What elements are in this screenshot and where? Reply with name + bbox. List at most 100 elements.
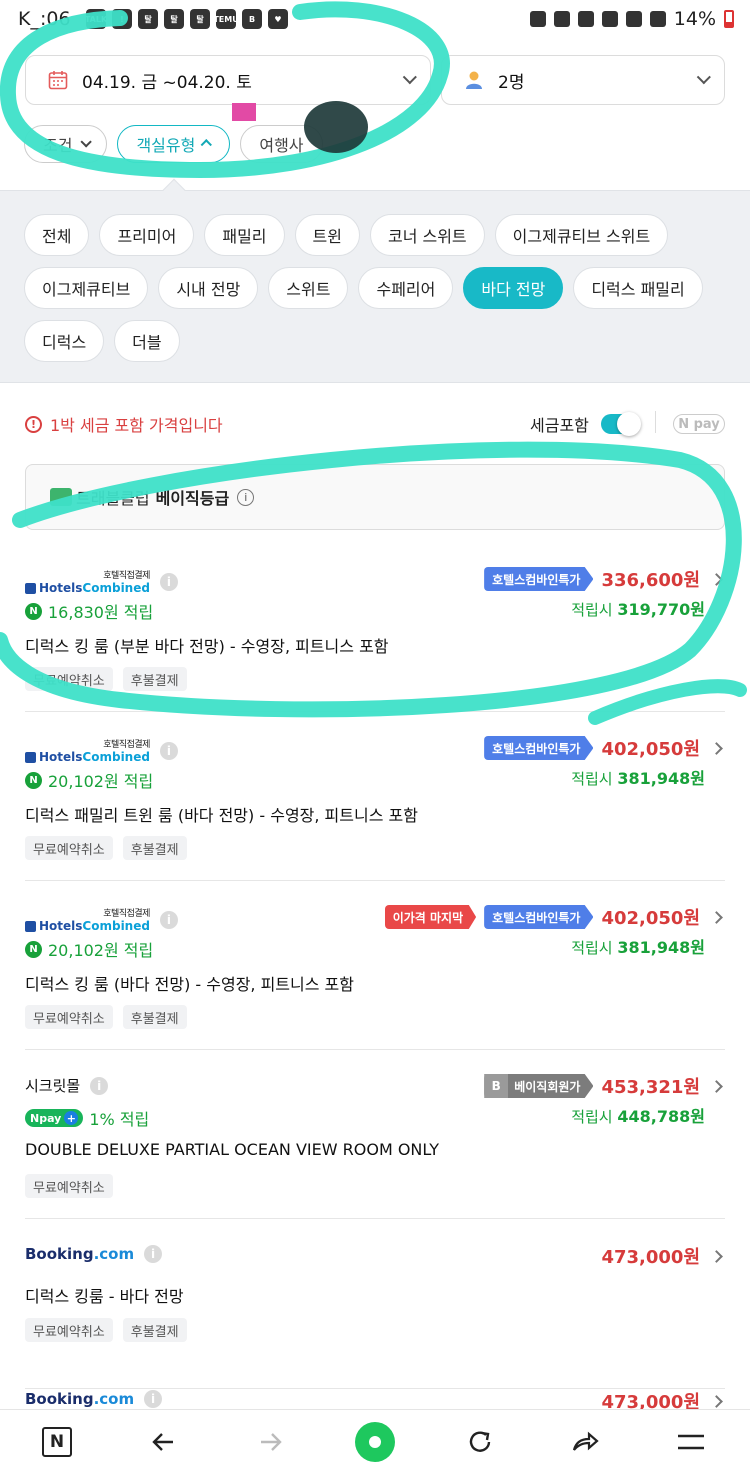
room-type-chip[interactable]: 디럭스 패밀리	[573, 267, 703, 309]
forward-arrow-icon[interactable]	[252, 1424, 288, 1460]
room-type-chip[interactable]: 이그제큐티브	[24, 267, 149, 309]
app-icon: 탈	[190, 9, 210, 29]
provider: Booking.com i	[25, 1245, 163, 1263]
offer-tags: 무료예약취소	[25, 1174, 113, 1198]
offer-tag: 무료예약취소	[25, 836, 113, 860]
home-button[interactable]	[355, 1422, 395, 1462]
app-icon: 탈	[138, 9, 158, 29]
hotelscombined-icon	[25, 920, 36, 932]
reward-points: N 20,102원 적립	[25, 937, 153, 961]
info-icon[interactable]: i	[237, 488, 255, 506]
chevron-right-icon	[710, 1394, 723, 1408]
offer-tag: 후불결제	[122, 667, 187, 691]
menu-icon[interactable]	[673, 1424, 709, 1460]
tax-toggle[interactable]: 세금포함	[530, 412, 641, 436]
hotelscombined-logo: 호텔직접결제 Hotels Combined	[25, 906, 150, 933]
divider	[25, 711, 725, 712]
booking-logo: Booking.com	[25, 1390, 135, 1408]
guest-picker[interactable]: 2명	[441, 55, 725, 105]
info-icon[interactable]: i	[144, 1390, 163, 1408]
temu-icon: TEMU	[213, 9, 239, 29]
filter-room-type[interactable]: 객실유형	[117, 125, 231, 163]
room-name: 디럭스 패밀리 트윈 룸 (바다 전망) - 수영장, 피트니스 포함	[25, 806, 418, 825]
room-type-chip[interactable]: 시내 전망	[158, 267, 259, 309]
travel-club-banner[interactable]: 트래블클럽 베이직등급 i	[25, 464, 725, 530]
room-type-chip[interactable]: 패밀리	[204, 214, 285, 256]
offer-item[interactable]: 호텔직접결제 Hotels Combined i N 16,830원 적립 호텔스컴바인…	[25, 566, 725, 712]
offer-tag: 무료예약취소	[25, 1005, 113, 1029]
location-icon	[601, 11, 618, 27]
share-icon[interactable]	[567, 1424, 603, 1460]
offer-item[interactable]: 호텔직접결제 Hotels Combined i N 20,102원 적립 호텔스컴바인…	[25, 735, 725, 881]
system-icons: 14%	[529, 8, 734, 30]
hotelscombined-icon	[25, 582, 36, 594]
provider: 호텔직접결제 Hotels Combined i	[25, 737, 178, 764]
offer-item[interactable]: 호텔직접결제 Hotels Combined i N 20,102원 적립 이가격 마지…	[25, 904, 725, 1050]
talk-icon: TALK	[85, 9, 107, 29]
chevron-down-icon	[402, 70, 417, 85]
room-type-chip[interactable]: 더블	[114, 320, 180, 362]
room-type-chip[interactable]: 트윈	[294, 214, 360, 256]
heart-icon: ♥	[268, 9, 288, 29]
provider: Booking.com i	[25, 1390, 163, 1408]
price: 402,050원	[601, 739, 700, 760]
club-grade: 베이직등급	[155, 489, 230, 508]
room-name: 디럭스 킹 룸 (바다 전망) - 수영장, 피트니스 포함	[25, 975, 354, 994]
chevron-down-icon	[696, 70, 711, 85]
price-area[interactable]: 473,000원	[601, 1243, 725, 1269]
room-type-chip[interactable]: 디럭스	[24, 320, 105, 362]
room-type-chip-selected[interactable]: 바다 전망	[463, 267, 564, 309]
room-type-chip[interactable]: 프리미어	[99, 214, 195, 256]
promo-badge: 이가격 마지막	[384, 905, 477, 929]
room-type-chip[interactable]: 이그제큐티브 스위트	[494, 214, 669, 256]
npay-plus-icon: Npay +	[25, 1109, 84, 1127]
info-icon[interactable]: i	[159, 910, 178, 929]
npoint-icon: N	[25, 602, 42, 620]
room-type-chip[interactable]: 스위트	[268, 267, 349, 309]
divider	[25, 1049, 725, 1050]
room-type-chip[interactable]: 수페리어	[358, 267, 454, 309]
price-area[interactable]: 이가격 마지막 호텔스컴바인특가 402,050원	[384, 904, 725, 930]
npay-filter-toggle[interactable]: N pay	[673, 414, 725, 434]
price-after-points: 적립시 381,948원	[571, 938, 705, 957]
info-icon[interactable]: i	[144, 1245, 163, 1263]
offer-item[interactable]: 시크릿몰 i Npay +1% 적립 B 베이직회원가 453,321원 적립시 448,78…	[25, 1073, 725, 1219]
back-arrow-icon[interactable]	[147, 1424, 183, 1460]
price-area[interactable]: 호텔스컴바인특가 402,050원	[484, 735, 725, 761]
chevron-right-icon	[710, 572, 723, 586]
divider	[655, 411, 656, 433]
room-type-panel: 전체 프리미어 패밀리 트윈 코너 스위트 이그제큐티브 스위트 이그제큐티브 …	[0, 178, 750, 383]
room-type-chip[interactable]: 전체	[24, 214, 90, 256]
toggle-switch[interactable]	[600, 412, 641, 436]
provider-name: 시크릿몰	[25, 1077, 81, 1095]
info-icon[interactable]: i	[159, 572, 178, 591]
price-after-points: 적립시 448,788원	[571, 1107, 705, 1126]
date-range: 04.19. 금 ~04.20. 토	[82, 72, 252, 93]
info-icon[interactable]: i	[90, 1076, 109, 1095]
offer-item[interactable]: Booking.com i 473,000원 디럭스 킹룸 - 바다 전망 무료예약취소…	[25, 1245, 725, 1389]
reload-icon[interactable]	[462, 1424, 498, 1460]
offer-tags: 무료예약취소 후불결제	[25, 1318, 187, 1342]
price: 402,050원	[601, 908, 700, 929]
guest-count: 2명	[498, 72, 525, 93]
price-area[interactable]: B 베이직회원가 453,321원	[484, 1073, 725, 1099]
date-picker[interactable]: 04.19. 금 ~04.20. 토	[25, 55, 431, 105]
hotelscombined-logo: 호텔직접결제 Hotels Combined	[25, 568, 150, 595]
filter-conditions[interactable]: 조건	[24, 125, 108, 163]
alert-icon: !	[112, 9, 132, 29]
chevron-right-icon	[710, 910, 723, 924]
info-icon[interactable]: i	[159, 741, 178, 760]
promo-badge: 호텔스컴바인특가	[484, 567, 594, 591]
alert-circle-icon: !	[25, 415, 42, 433]
offer-tag: 후불결제	[122, 1318, 187, 1342]
room-type-chip[interactable]: 코너 스위트	[369, 214, 485, 256]
naver-icon[interactable]: N	[42, 1427, 72, 1457]
room-type-row: 전체 프리미어 패밀리 트윈 코너 스위트 이그제큐티브 스위트	[24, 214, 669, 256]
person-icon	[466, 71, 482, 89]
offer-tags: 무료예약취소 후불결제	[25, 836, 187, 860]
price-area[interactable]: 호텔스컴바인특가 336,600원	[484, 566, 725, 592]
reward-points: N 16,830원 적립	[25, 599, 153, 623]
filter-agency[interactable]: 여행사	[240, 125, 323, 163]
promo-badge: 호텔스컴바인특가	[484, 736, 594, 760]
offer-tag: 무료예약취소	[25, 667, 113, 691]
